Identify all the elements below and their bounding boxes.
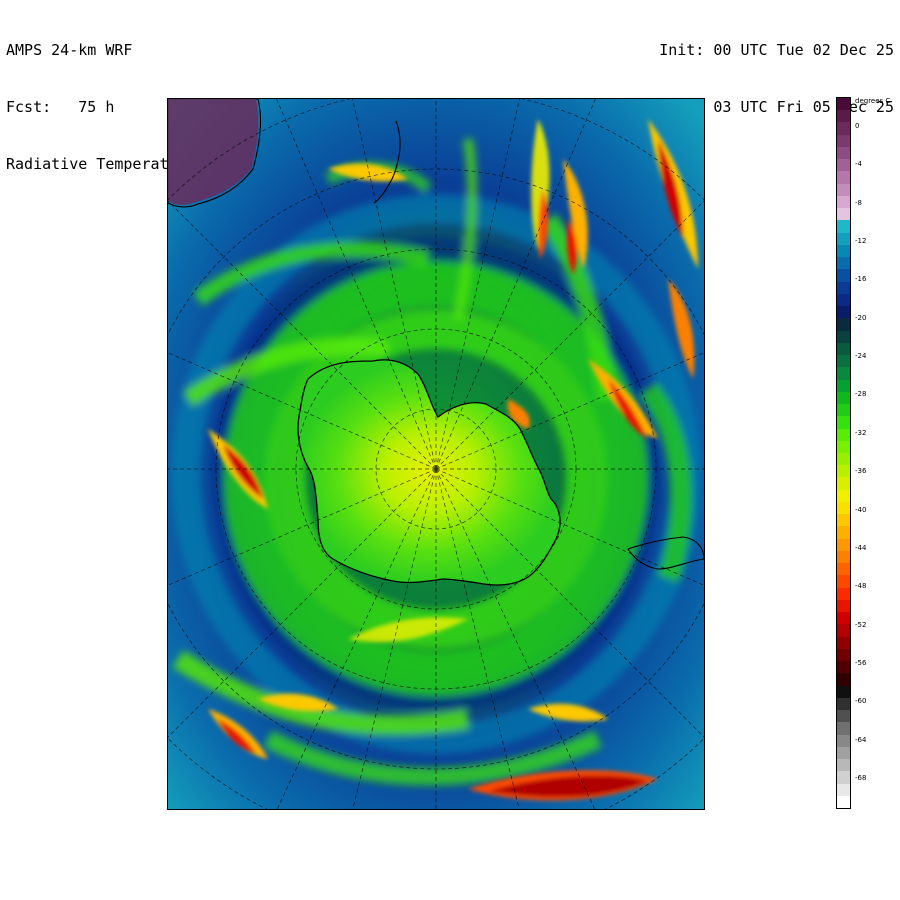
colorbar-segment	[837, 269, 850, 283]
colorbar-segment	[837, 453, 850, 466]
colorbar-segment	[837, 661, 850, 674]
colorbar-tick-label: -40	[855, 505, 867, 514]
colorbar-segment	[837, 734, 850, 748]
model-label: AMPS 24-km WRF	[6, 41, 133, 59]
colorbar-segment	[837, 342, 850, 356]
colorbar-segment	[837, 624, 850, 638]
colorbar-segment	[837, 318, 850, 332]
colorbar-segment	[837, 244, 850, 258]
colorbar-tick-label: -64	[855, 735, 867, 744]
colorbar-tick-label: -56	[855, 659, 867, 668]
colorbar-segment	[837, 465, 850, 478]
colorbar-segment	[837, 746, 850, 760]
colorbar-segment	[837, 612, 850, 625]
colorbar-segment	[837, 477, 850, 491]
colorbar-segment	[837, 208, 850, 221]
colorbar-segment	[837, 293, 850, 307]
colorbar-segment	[837, 648, 850, 662]
colorbar-tick-label: -20	[855, 313, 867, 322]
colorbar-segment	[837, 771, 850, 784]
colorbar-segment	[837, 379, 850, 393]
colorbar-segment	[837, 514, 850, 527]
colorbar-segment	[837, 759, 850, 772]
colorbar-segment	[837, 232, 850, 246]
colorbar-segment	[837, 122, 850, 136]
colorbar-segment	[837, 685, 850, 699]
colorbar-segment	[837, 599, 850, 613]
colorbar-segment	[837, 220, 850, 234]
colorbar-units-label: degrees C	[855, 97, 891, 105]
colorbar-segment	[837, 404, 850, 417]
colorbar-segment	[837, 795, 850, 809]
colorbar-tick-label: -12	[855, 236, 867, 245]
map-svg	[168, 99, 704, 809]
colorbar-segment	[837, 673, 850, 687]
colorbar-segment	[837, 281, 850, 295]
colorbar-tick-label: -24	[855, 352, 867, 361]
colorbar-segment	[837, 526, 850, 540]
colorbar-tick-label: -48	[855, 582, 867, 591]
colorbar-segment	[837, 587, 850, 601]
colorbar-segment	[837, 195, 850, 209]
colorbar-labels: degrees C 0 -4 -8 -12 -16 -20 -24 -28 -32 -36 -40 -…	[855, 97, 900, 809]
colorbar-segment	[837, 257, 850, 270]
map-panel	[167, 98, 705, 810]
colorbar-tick-label: -28	[855, 390, 867, 399]
colorbar-segment	[837, 183, 850, 197]
colorbar-segment	[837, 367, 850, 381]
colorbar-tick-label: -52	[855, 620, 867, 629]
colorbar-tick-label: -32	[855, 428, 867, 437]
colorbar-tick-label: 0	[855, 121, 860, 130]
colorbar-tick-label: -36	[855, 467, 867, 476]
colorbar-segment	[837, 575, 850, 589]
colorbar-segment	[837, 330, 850, 344]
colorbar-segment	[837, 538, 850, 552]
colorbar-segment	[837, 391, 850, 405]
colorbar-segment	[837, 783, 850, 797]
colorbar-segment	[837, 563, 850, 576]
colorbar-tick-label: -60	[855, 697, 867, 706]
colorbar-segment	[837, 171, 850, 185]
colorbar-segment	[837, 355, 850, 368]
colorbar-segment	[837, 110, 850, 123]
colorbar-segment	[837, 501, 850, 515]
colorbar-segment	[837, 98, 850, 111]
colorbar-tick-label: -4	[855, 160, 862, 169]
colorbar-tick-label: -44	[855, 543, 867, 552]
colorbar-segment	[837, 636, 850, 650]
colorbar-segment	[837, 416, 850, 429]
colorbar-tick-label: -8	[855, 198, 862, 207]
init-time-label: Init: 00 UTC Tue 02 Dec 25	[659, 41, 894, 59]
colorbar-segment	[837, 159, 850, 172]
colorbar	[836, 97, 851, 809]
colorbar-segment	[837, 710, 850, 723]
colorbar-segment	[837, 440, 850, 454]
colorbar-segment	[837, 550, 850, 564]
colorbar-segment	[837, 697, 850, 711]
colorbar-segment	[837, 428, 850, 442]
colorbar-segment	[837, 489, 850, 503]
colorbar-segment	[837, 722, 850, 736]
colorbar-tick-label: -68	[855, 774, 867, 783]
colorbar-segment	[837, 146, 850, 160]
colorbar-tick-label: -16	[855, 275, 867, 284]
colorbar-segment	[837, 306, 850, 319]
colorbar-segment	[837, 134, 850, 148]
